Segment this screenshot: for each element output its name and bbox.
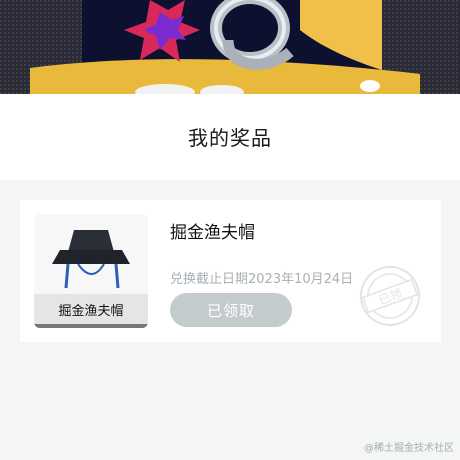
thumbnail-label: 掘金渔夫帽 bbox=[34, 294, 148, 328]
claimed-stamp-icon: 已领 bbox=[360, 266, 420, 326]
top-banner-image bbox=[0, 0, 460, 94]
prize-card[interactable]: 掘金渔夫帽 掘金渔夫帽 兑换截止日期2023年10月24日 已领取 已领 bbox=[20, 200, 441, 342]
prize-thumbnail: 掘金渔夫帽 bbox=[34, 214, 148, 328]
page-title: 我的奖品 bbox=[188, 126, 272, 150]
watermark: @稀土掘金技术社区 bbox=[364, 443, 454, 454]
bucket-hat-image bbox=[52, 230, 130, 289]
prize-name: 掘金渔夫帽 bbox=[170, 223, 255, 243]
claimed-button[interactable]: 已领取 bbox=[170, 293, 292, 327]
prize-deadline: 兑换截止日期2023年10月24日 bbox=[170, 272, 354, 287]
